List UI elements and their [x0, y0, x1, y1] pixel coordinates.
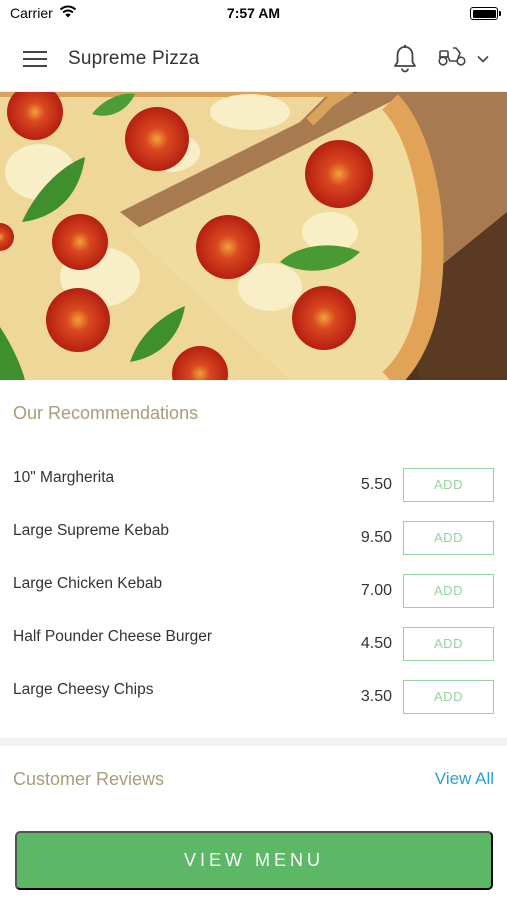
- hero-pizza-image: [0, 92, 507, 380]
- item-price: 9.50: [360, 528, 392, 546]
- page-title: Supreme Pizza: [68, 47, 200, 69]
- section-divider: [0, 738, 507, 746]
- add-button[interactable]: ADD: [403, 573, 494, 608]
- add-button[interactable]: ADD: [403, 626, 494, 661]
- reviews-title: Customer Reviews: [13, 769, 165, 789]
- item-price: 5.50: [360, 475, 392, 493]
- recommendations-title: Our Recommendations: [13, 403, 199, 423]
- hamburger-menu-icon[interactable]: [12, 36, 58, 82]
- status-bar: Carrier 7:57 AM: [0, 0, 507, 26]
- status-time: 7:57 AM: [226, 5, 281, 21]
- view-menu-button[interactable]: VIEW MENU: [15, 831, 493, 890]
- item-name: Large Chicken Kebab: [13, 574, 163, 592]
- item-price: 7.00: [360, 581, 392, 599]
- battery-icon: [470, 7, 501, 20]
- list-item: Large Supreme Kebab 9.50 ADD: [0, 511, 507, 564]
- item-name: Half Pounder Cheese Burger: [13, 627, 213, 645]
- scooter-icon: [437, 45, 467, 72]
- item-name: Large Cheesy Chips: [13, 680, 154, 698]
- list-item: 10" Margherita 5.50 ADD: [0, 458, 507, 511]
- chevron-down-icon: [477, 50, 489, 68]
- list-item: Half Pounder Cheese Burger 4.50 ADD: [0, 617, 507, 670]
- bell-icon[interactable]: [385, 37, 425, 81]
- app-header: Supreme Pizza: [0, 26, 507, 92]
- add-button[interactable]: ADD: [403, 467, 494, 502]
- item-name: 10" Margherita: [13, 468, 115, 486]
- list-item: Large Cheesy Chips 3.50 ADD: [0, 670, 507, 723]
- header-actions: [385, 37, 495, 81]
- recommendations-list: 10" Margherita 5.50 ADD Large Supreme Ke…: [0, 458, 507, 723]
- item-price: 3.50: [360, 687, 392, 705]
- item-name: Large Supreme Kebab: [13, 521, 169, 539]
- add-button[interactable]: ADD: [403, 520, 494, 555]
- item-price: 4.50: [360, 634, 392, 652]
- view-all-reviews-link[interactable]: View All: [435, 769, 494, 789]
- add-button[interactable]: ADD: [403, 679, 494, 714]
- list-item: Large Chicken Kebab 7.00 ADD: [0, 564, 507, 617]
- delivery-mode-selector[interactable]: [431, 37, 495, 81]
